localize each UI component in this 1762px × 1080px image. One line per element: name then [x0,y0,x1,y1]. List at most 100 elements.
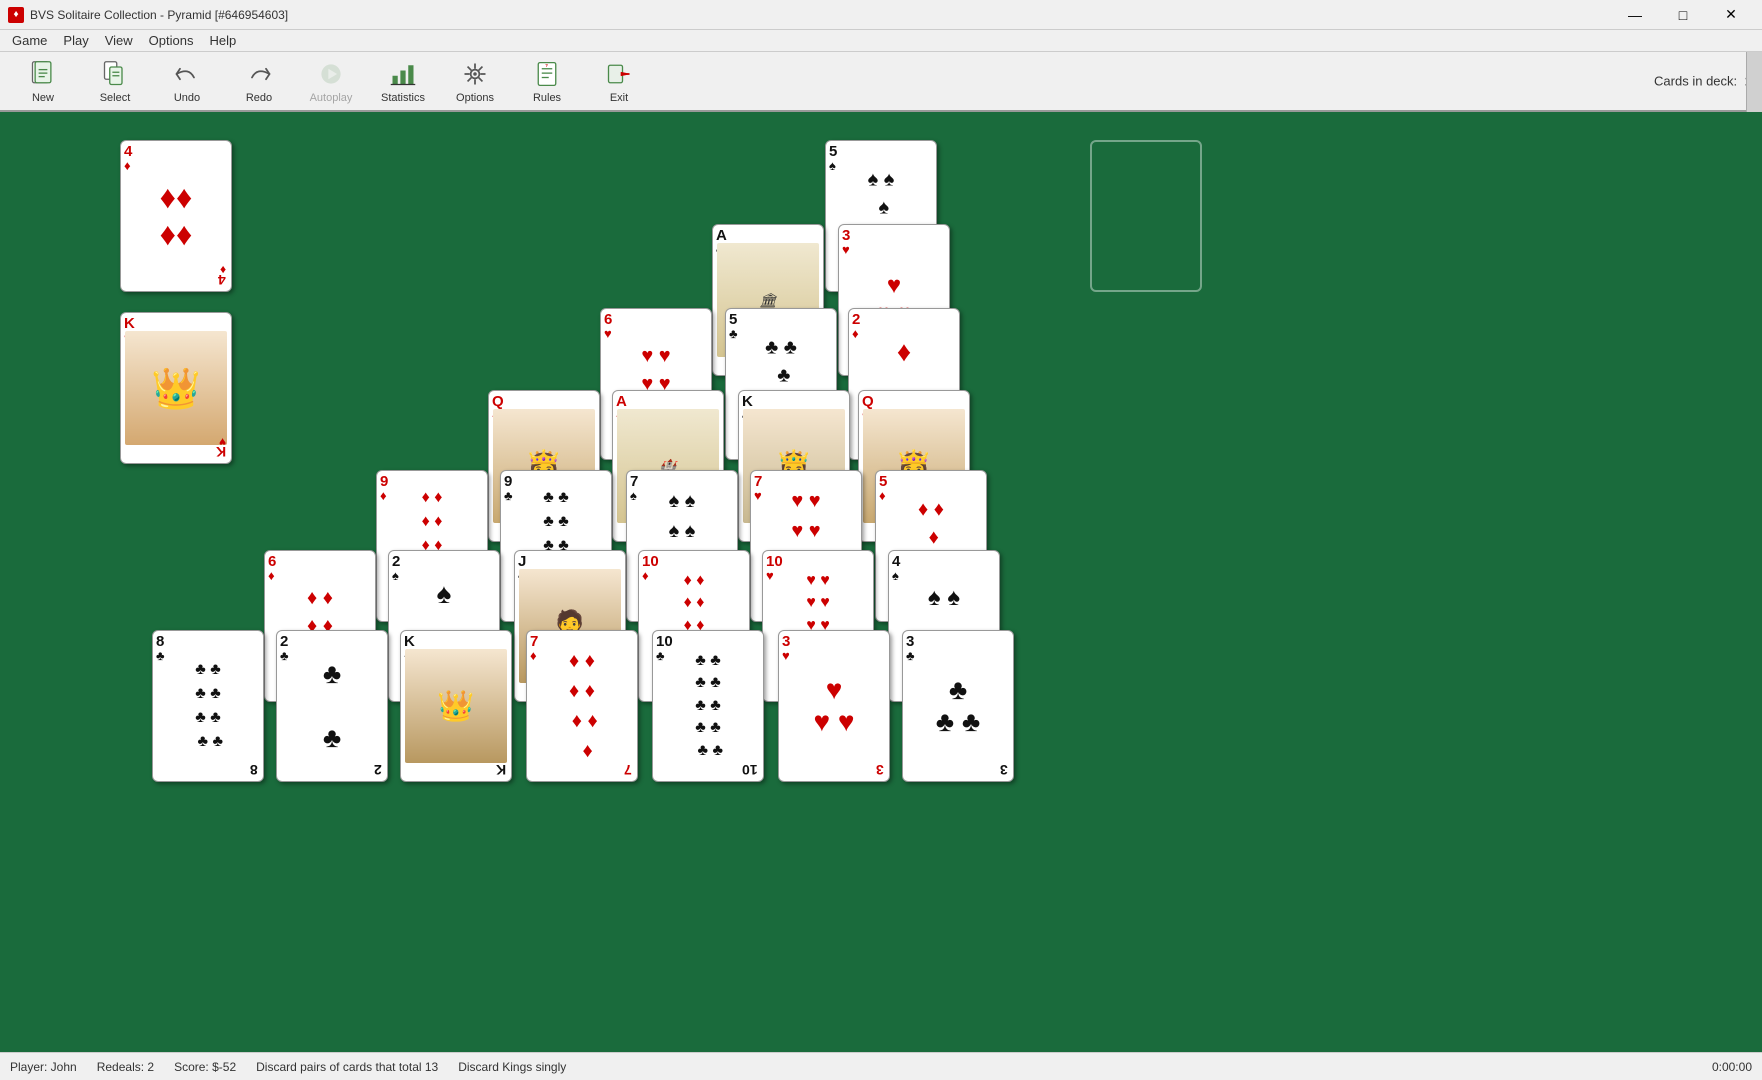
card-rank: J [518,554,622,569]
card-rank-br: 10 [742,762,758,778]
score-info: Score: $-52 [174,1060,236,1074]
card-rank: A [616,394,720,409]
options-icon [459,58,491,90]
minimize-button[interactable]: — [1612,0,1658,30]
king-face: 👑 [405,649,507,763]
menu-view[interactable]: View [97,31,141,50]
redo-icon [243,58,275,90]
card-rank: A [716,228,820,243]
exit-label: Exit [610,92,628,104]
rules-button[interactable]: ? Rules [512,55,582,107]
player-info: Player: John [10,1060,77,1074]
statistics-button[interactable]: Statistics [368,55,438,107]
menu-options[interactable]: Options [141,31,202,50]
left-second-card[interactable]: K ♥ 👑 K ♥ [120,312,232,464]
redeals-info: Redeals: 2 [97,1060,154,1074]
pyramid-row7-card5[interactable]: 10 ♣ ♣ ♣♣ ♣♣ ♣♣ ♣ ♣ ♣ 10 [652,630,764,782]
card-rank-br: 3 [1000,762,1008,778]
redo-label: Redo [246,92,272,104]
card-rank: Q [492,394,596,409]
card-rank: 5 [829,144,933,159]
exit-button[interactable]: Exit [584,55,654,107]
card-rank: 5 [879,474,983,489]
card-rank: K [404,634,508,649]
card-rank: 2 [392,554,496,569]
card-rank: Q [862,394,966,409]
maximize-button[interactable]: □ [1660,0,1706,30]
menu-game[interactable]: Game [4,31,55,50]
empty-card-slot[interactable] [1090,140,1202,292]
card-rank-br: 7 [624,762,632,778]
card-rank: 2 [852,312,956,327]
new-label: New [32,92,54,104]
pyramid-row7-card6[interactable]: 3 ♥ ♥♥ ♥ 3 [778,630,890,782]
exit-icon [603,58,635,90]
card-pips: ♣ ♣♣ ♣♣ ♣ ♣ ♣ [193,658,223,754]
rules-label: Rules [533,92,561,104]
card-suit: ♣ [906,649,1010,662]
hint-text2: Discard Kings singly [458,1060,566,1074]
menu-help[interactable]: Help [201,31,244,50]
card-rank: K [742,394,846,409]
card-suit-br: ♦ [220,263,226,277]
card-rank: 10 [656,634,760,649]
hint-text: Discard pairs of cards that total 13 [256,1060,438,1074]
new-button[interactable]: New [8,55,78,107]
pyramid-row7-card3[interactable]: K ♦ 👑 K [400,630,512,782]
card-rank: 3 [842,228,946,243]
card-suit: ♥ [842,243,946,256]
options-button[interactable]: Options [440,55,510,107]
card-rank: 3 [906,634,1010,649]
card-rank: K [124,316,228,331]
menu-play[interactable]: Play [55,31,96,50]
app-icon: ♦ [8,7,24,23]
undo-button[interactable]: Undo [152,55,222,107]
autoplay-button[interactable]: Autoplay [296,55,366,107]
game-time: 0:00:00 [1712,1060,1752,1074]
toolbar-scrollbar[interactable] [1746,52,1762,112]
left-deck-card[interactable]: 4 ♦ ♦♦♦♦ 4 ♦ [120,140,232,292]
titlebar-controls: — □ ✕ [1612,0,1754,30]
select-icon [99,58,131,90]
card-rank: 2 [280,634,384,649]
toolbar: New Select Undo R [0,52,1762,112]
redo-button[interactable]: Redo [224,55,294,107]
options-label: Options [456,92,494,104]
undo-icon [171,58,203,90]
king-face: 👑 [125,331,227,445]
titlebar-left: ♦ BVS Solitaire Collection - Pyramid [#6… [8,7,288,23]
statistics-label: Statistics [381,92,425,104]
cards-in-deck: Cards in deck: 1 [1654,74,1752,89]
card-rank: 10 [642,554,746,569]
titlebar: ♦ BVS Solitaire Collection - Pyramid [#6… [0,0,1762,30]
statusbar: Player: John Redeals: 2 Score: $-52 Disc… [0,1052,1762,1080]
rules-icon: ? [531,58,563,90]
game-area[interactable]: 4 ♦ ♦♦♦♦ 4 ♦ K ♥ 👑 K ♥ 5 ♠ ♠ ♠ ♠♠ ♠ 5 ♠ … [0,112,1762,1052]
card-rank: 10 [766,554,870,569]
card-rank-br: K [496,762,506,778]
cards-in-deck-label: Cards in deck: [1654,74,1737,89]
card-pips: ♣♣ ♣ [936,674,981,738]
card-rank-br: 8 [250,762,258,778]
card-pips: ♥♥ ♥ [813,674,854,738]
pyramid-row7-card2[interactable]: 2 ♣ ♣♣ 2 [276,630,388,782]
close-button[interactable]: ✕ [1708,0,1754,30]
autoplay-label: Autoplay [310,92,353,104]
pyramid-row7-card1[interactable]: 8 ♣ ♣ ♣♣ ♣♣ ♣ ♣ ♣ 8 [152,630,264,782]
select-button[interactable]: Select [80,55,150,107]
undo-label: Undo [174,92,200,104]
card-rank-br: 3 [876,762,884,778]
card-rank: 4 [124,144,228,159]
card-pips: ♣♣ [323,658,341,754]
card-rank-br: 2 [374,762,382,778]
card-rank: 6 [268,554,372,569]
new-icon [27,58,59,90]
pyramid-row7-card7[interactable]: 3 ♣ ♣♣ ♣ 3 [902,630,1014,782]
card-rank: 3 [782,634,886,649]
card-suit: ♦ [268,569,372,582]
pyramid-row7-card4[interactable]: 7 ♦ ♦ ♦♦ ♦ ♦ ♦ ♦ 7 [526,630,638,782]
svg-text:?: ? [545,63,548,68]
autoplay-icon [315,58,347,90]
card-rank: 4 [892,554,996,569]
card-suit: ♦ [124,159,228,172]
